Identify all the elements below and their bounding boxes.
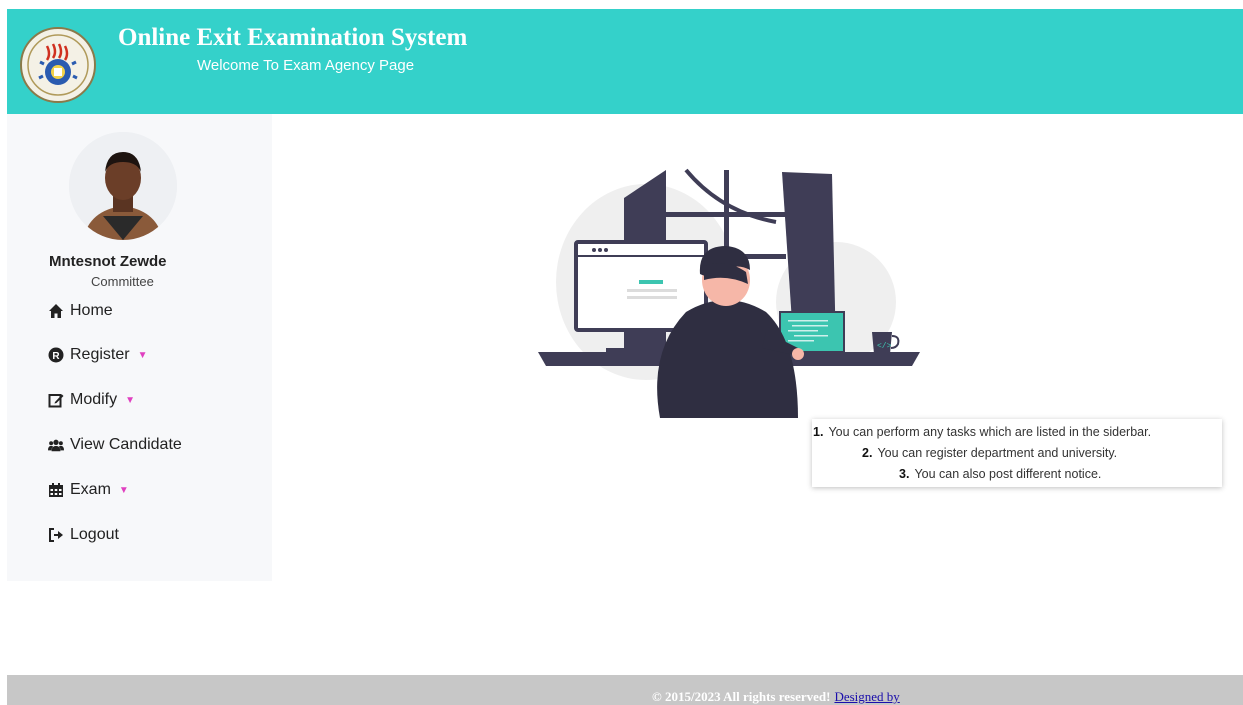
app-title: Online Exit Examination System — [118, 24, 468, 51]
user-role: Committee — [91, 274, 154, 289]
instruction-number: 3. — [899, 467, 910, 481]
instruction-text: You can perform any tasks which are list… — [828, 425, 1152, 439]
instruction-item: 3. You can also post different notice. — [899, 467, 1101, 481]
instruction-text: You can also post different notice. — [914, 467, 1102, 481]
app-subtitle: Welcome To Exam Agency Page — [197, 57, 415, 74]
sidebar-item-logout[interactable]: Logout — [48, 524, 119, 546]
person-at-computer-illustration: </> — [536, 162, 924, 418]
registered-icon: R — [48, 347, 64, 363]
copyright-text: © 2015/2023 All rights reserved! — [652, 689, 831, 704]
instruction-number: 2. — [862, 446, 873, 460]
sidebar-item-label: Register — [70, 346, 130, 363]
sidebar-item-view-candidate[interactable]: View Candidate — [48, 434, 182, 456]
instruction-item: 1. You can perform any tasks which are li… — [813, 425, 1151, 439]
user-avatar — [69, 132, 177, 240]
sidebar-item-label: Logout — [70, 526, 119, 543]
page-header: Online Exit Examination System Welcome T… — [7, 9, 1243, 114]
calendar-icon — [48, 482, 64, 498]
page-footer: © 2015/2023 All rights reserved! Designed… — [7, 675, 1243, 705]
svg-text:R: R — [52, 351, 60, 362]
chevron-down-icon: ▼ — [137, 349, 148, 361]
university-logo-icon — [19, 26, 97, 104]
sidebar-item-home[interactable]: Home — [48, 300, 113, 322]
sidebar-item-label: Exam — [70, 481, 111, 498]
sidebar-item-label: Modify — [70, 391, 118, 408]
designed-by-link[interactable]: Designed by — [834, 689, 899, 704]
sidebar: Mntesnot Zewde Committee Home R Register… — [7, 114, 272, 581]
home-icon — [48, 303, 64, 319]
instruction-text: You can register department and universi… — [877, 446, 1118, 460]
footer-text: © 2015/2023 All rights reserved! Designed… — [652, 689, 900, 705]
instruction-item: 2. You can register department and univer… — [862, 446, 1117, 460]
logout-icon — [48, 527, 64, 543]
sidebar-item-modify[interactable]: Modify ▼ — [48, 389, 135, 411]
sidebar-item-label: Home — [70, 302, 113, 319]
instructions-card: 1. You can perform any tasks which are li… — [812, 419, 1222, 487]
user-name: Mntesnot Zewde — [49, 253, 167, 270]
sidebar-item-label: View Candidate — [70, 436, 182, 453]
users-icon — [48, 437, 64, 453]
sidebar-item-register[interactable]: R Register ▼ — [48, 344, 147, 366]
svg-text:</>: </> — [877, 342, 892, 351]
edit-icon — [48, 392, 64, 408]
sidebar-item-exam[interactable]: Exam ▼ — [48, 479, 129, 501]
instruction-number: 1. — [813, 425, 824, 439]
chevron-down-icon: ▼ — [125, 394, 136, 406]
chevron-down-icon: ▼ — [118, 484, 129, 496]
